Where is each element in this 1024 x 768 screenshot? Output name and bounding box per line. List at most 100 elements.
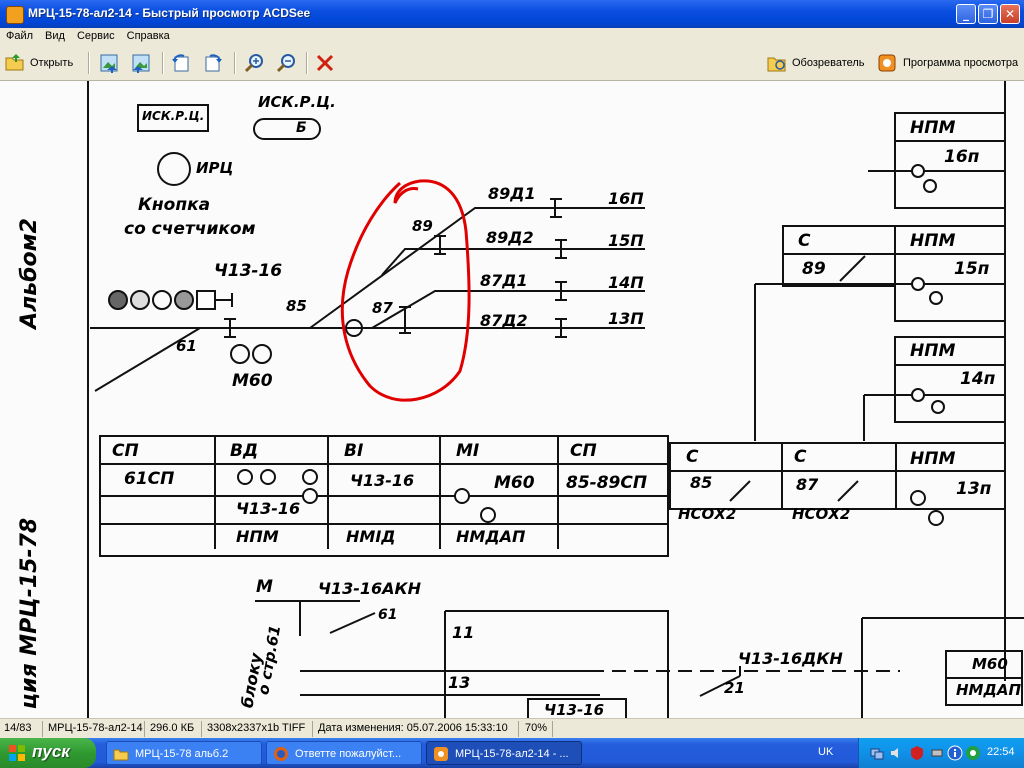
track-16p: 16П: [608, 189, 644, 208]
block-15p-label: 15п: [954, 259, 990, 279]
taskbar-item-folder[interactable]: МРЦ-15-78 альб.2: [106, 741, 262, 765]
table-cell: НСОХ2: [678, 505, 737, 523]
language-indicator[interactable]: UK: [818, 746, 833, 758]
m60-label: М60: [232, 371, 273, 391]
taskbar-item-firefox[interactable]: Ответте пожалуйст...: [266, 741, 422, 765]
track-13p: 13П: [608, 309, 644, 328]
table-contact: [454, 488, 470, 504]
contact-11-label: 11: [452, 623, 475, 642]
table-cell: С: [794, 447, 807, 467]
switch-61-label: 61: [176, 337, 197, 355]
knopka-label: Кнопка: [138, 195, 211, 215]
mrc-side-label: ция МРЦ-15-78: [17, 517, 43, 710]
viewer-program-button[interactable]: Программа просмотра: [903, 52, 1018, 74]
volume-icon[interactable]: [889, 745, 905, 761]
previous-image-icon[interactable]: [98, 52, 120, 74]
usb-device-icon[interactable]: [929, 745, 945, 761]
table-cell: СП: [112, 441, 139, 461]
table-contact: [910, 490, 926, 506]
menu-view[interactable]: Вид: [39, 28, 71, 42]
table-cell: НМIД: [346, 527, 396, 546]
taskbar-item-label: Ответте пожалуйст...: [295, 748, 402, 760]
bottom-circuit: [255, 600, 669, 718]
relay-contact: [911, 164, 925, 178]
antivirus-icon[interactable]: [965, 745, 981, 761]
contact-61-label: 61: [378, 607, 398, 623]
switch-85-label: 85: [286, 297, 307, 315]
browser-folder-icon[interactable]: [766, 52, 788, 74]
window-title: МРЦ-15-78-ал2-14 - Быстрый просмотр ACDS…: [28, 6, 311, 20]
menu-file[interactable]: Файл: [0, 28, 39, 42]
track-15p: 15П: [608, 231, 644, 250]
route-87d2: 87Д2: [480, 311, 528, 330]
open-button[interactable]: Открыть: [30, 52, 73, 74]
zoom-out-icon[interactable]: [276, 52, 298, 74]
route-89d1: 89Д1: [488, 184, 536, 203]
schetchik-label: со счетчиком: [124, 219, 256, 239]
network-icon[interactable]: [869, 745, 885, 761]
rotate-left-icon[interactable]: [170, 52, 192, 74]
table-contact: [302, 488, 318, 504]
browser-button[interactable]: Обозреватель: [792, 52, 865, 74]
toolbar-separator: [234, 52, 236, 74]
folder-icon: [113, 749, 129, 761]
image-viewer[interactable]: Альбом2 ция МРЦ-15-78 ИСК.Р.Ц. ИСК.Р.Ц. …: [0, 81, 1024, 718]
table-cell: М60: [494, 473, 535, 493]
m60-lamp: [252, 344, 272, 364]
zoom-in-icon[interactable]: [244, 52, 266, 74]
toolbar-separator: [306, 52, 308, 74]
relay-contact: [931, 400, 945, 414]
taskbar-item-label: МРЦ-15-78-ал2-14 - ...: [455, 748, 569, 760]
isk-rc-button: [253, 118, 321, 140]
dkn-label: Ч13-16ДКН: [738, 649, 843, 668]
menu-tools[interactable]: Сервис: [71, 28, 121, 42]
table-cell: НПМ: [236, 527, 279, 546]
table-cell: С: [686, 447, 699, 467]
start-button[interactable]: пуск: [0, 738, 96, 768]
security-shield-icon[interactable]: [909, 745, 925, 761]
switch-87-label: 87: [372, 299, 393, 317]
relay-wiring: [754, 170, 1005, 441]
table-cell: 61СП: [124, 469, 175, 489]
restore-button[interactable]: ❐: [978, 4, 998, 24]
bottom-box-label: Ч13-16: [544, 701, 605, 718]
taskbar: пуск МРЦ-15-78 альб.2 Ответте пожалуйст.…: [0, 738, 1024, 768]
status-bar: 14/83 МРЦ-15-78-ал2-14 296.0 КБ 3308x233…: [0, 718, 1024, 739]
acdsee-app-icon: [6, 6, 24, 24]
table-cell: ВI: [344, 441, 364, 461]
clock[interactable]: 22:54: [987, 746, 1015, 758]
firefox-icon: [274, 747, 288, 761]
minimize-button[interactable]: _: [956, 4, 976, 24]
table-cell: МI: [456, 441, 480, 461]
status-dimensions: 3308x2337x1b TIFF: [207, 722, 306, 734]
viewer-app-icon[interactable]: [876, 52, 898, 74]
next-image-icon[interactable]: [130, 52, 152, 74]
info-icon[interactable]: [947, 745, 963, 761]
signal-lamp: [152, 290, 172, 310]
c89-contacts: [783, 253, 895, 282]
m60-box-label: М60: [972, 655, 1008, 673]
table-cell: СП: [570, 441, 597, 461]
delete-icon[interactable]: [314, 52, 336, 74]
toolbar-separator: [88, 52, 90, 74]
open-folder-icon[interactable]: [4, 52, 26, 74]
table-contact: [480, 507, 496, 523]
relay-contact: [929, 291, 943, 305]
start-label: пуск: [32, 742, 70, 761]
akn-contact: [329, 612, 376, 634]
menu-bar: Файл Вид Сервис Справка: [0, 28, 1024, 46]
table-cell: 85-89СП: [566, 473, 648, 493]
status-modified-date: Дата изменения: 05.07.2006 15:33:10: [318, 722, 508, 734]
taskbar-item-acdsee[interactable]: МРЦ-15-78-ал2-14 - ...: [426, 741, 582, 765]
rotate-right-icon[interactable]: [202, 52, 224, 74]
status-index: 14/83: [4, 722, 32, 734]
table-cell: Ч13-16: [350, 471, 415, 490]
table-contact: [302, 469, 318, 485]
isk-rc-label: ИСК.Р.Ц.: [258, 93, 336, 111]
npm-label: НПМ: [910, 231, 956, 251]
menu-help[interactable]: Справка: [121, 28, 176, 42]
route-89d2: 89Д2: [486, 228, 534, 247]
table-contact-arms: [729, 480, 859, 502]
close-window-button[interactable]: ✕: [1000, 4, 1020, 24]
taskbar-item-label: МРЦ-15-78 альб.2: [135, 748, 229, 760]
